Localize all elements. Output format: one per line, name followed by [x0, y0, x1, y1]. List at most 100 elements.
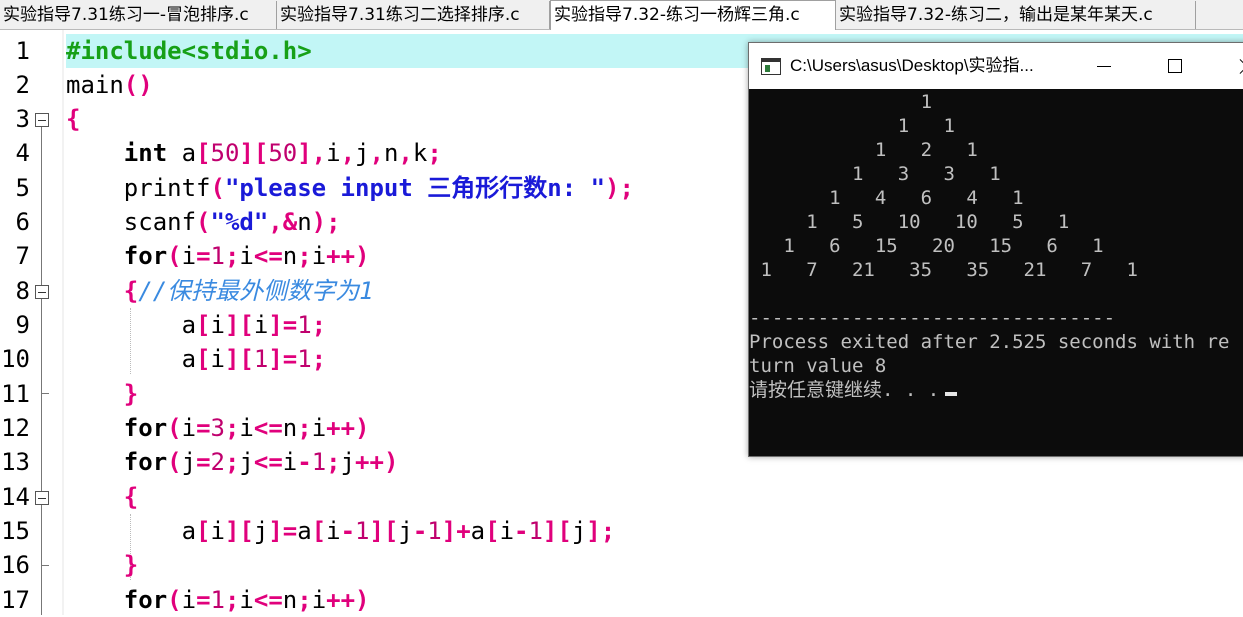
operator: -	[340, 517, 356, 545]
identifier: i	[181, 414, 197, 442]
number: 1	[210, 586, 225, 614]
line-number: 9	[15, 311, 30, 339]
tab-pascal-triangle[interactable]: 实验指导7.32-练习一杨辉三角.c	[550, 0, 836, 30]
line-number: 4	[15, 139, 30, 167]
number: 3	[210, 414, 225, 442]
identifier: n	[297, 208, 312, 236]
punctuation: ],	[297, 139, 327, 167]
operator: =	[196, 448, 211, 476]
line-number-gutter: 1 2 3 4 5 6 7 8 9 10 11 12 13 14 15 16 1…	[0, 30, 62, 615]
console-app-icon	[761, 58, 781, 75]
punctuation: (	[210, 174, 225, 202]
identifier: i	[311, 414, 327, 442]
identifier: a	[297, 517, 312, 545]
punctuation: ;	[224, 414, 240, 442]
identifier: i	[210, 517, 225, 545]
number: 1	[297, 345, 312, 373]
brace: }	[123, 380, 139, 408]
identifier: i	[239, 414, 254, 442]
editor-tab-bar: 实验指导7.31练习一-冒泡排序.c 实验指导7.31练习二选择排序.c 实验指…	[0, 0, 1243, 30]
keyword: for	[123, 586, 168, 614]
identifier: a	[181, 517, 197, 545]
console-prompt-line: 请按任意键继续. . .	[749, 378, 958, 402]
identifier: j	[398, 517, 413, 545]
number: 1	[355, 517, 370, 545]
line-number: 7	[15, 242, 30, 270]
punctuation: ][	[239, 139, 269, 167]
punctuation: [	[485, 517, 500, 545]
identifier: n	[282, 242, 298, 270]
identifier: j	[340, 448, 356, 476]
identifier: j	[571, 517, 587, 545]
code-line-15: a[i][j]=a[i-1][j-1]+a[i-1][j];	[66, 514, 616, 548]
identifier: i	[326, 517, 341, 545]
fold-toggle-icon[interactable]	[35, 285, 49, 299]
code-line-16: }	[66, 548, 138, 582]
punctuation: (	[167, 448, 182, 476]
fold-toggle-icon[interactable]	[35, 113, 49, 127]
console-separator: --------------------------------	[749, 307, 1116, 329]
identifier: a	[181, 345, 197, 373]
punctuation: ,	[398, 139, 413, 167]
line-number: 6	[15, 208, 30, 236]
console-line: 1 7 21 35 35 21 7 1	[749, 259, 1138, 281]
punctuation: ;	[224, 586, 240, 614]
console-line: 1 2 1	[749, 139, 978, 161]
console-line: 1 6 15 20 15 6 1	[749, 235, 1104, 257]
punctuation: ;	[311, 345, 327, 373]
console-line: 1 5 10 10 5 1	[749, 211, 1070, 233]
punctuation: ()	[123, 71, 153, 99]
punctuation: (	[167, 242, 182, 270]
code-line-6: scanf("%d",&n);	[66, 205, 341, 239]
operator: ++)	[326, 586, 370, 614]
console-title-bar[interactable]: C:\Users\asus\Desktop\实验指...	[749, 43, 1243, 89]
punctuation: ][	[224, 311, 254, 339]
code-line-14: {	[66, 480, 138, 514]
code-line-4: int a[50][50],i,j,n,k;	[66, 136, 442, 170]
console-line: 1 4 6 4 1	[749, 187, 1024, 209]
tab-bubble-sort[interactable]: 实验指导7.31练习一-冒泡排序.c	[0, 1, 277, 29]
minimize-button[interactable]	[1081, 43, 1127, 89]
punctuation: ,	[369, 139, 384, 167]
punctuation: ]=	[268, 345, 298, 373]
tab-selection-sort[interactable]: 实验指导7.31练习二选择排序.c	[277, 1, 550, 29]
number: 50	[210, 139, 240, 167]
string-literal: "%d"	[210, 208, 269, 236]
code-line-2: main()	[66, 68, 153, 102]
fold-end-marker	[41, 393, 49, 394]
line-number: 13	[1, 448, 30, 476]
operator: ++)	[326, 242, 370, 270]
fold-guide-line	[41, 127, 42, 615]
keyword: for	[123, 242, 168, 270]
maximize-button[interactable]	[1152, 43, 1198, 89]
identifier: k	[412, 139, 428, 167]
code-line-7: for(i=1;i<=n;i++)	[66, 239, 370, 273]
identifier: j	[253, 517, 269, 545]
punctuation: );	[605, 174, 634, 202]
identifier: j	[355, 139, 370, 167]
brace: }	[123, 551, 139, 579]
operator: -	[412, 517, 428, 545]
punctuation: ;	[297, 586, 312, 614]
number: 1	[210, 242, 225, 270]
keyword: int	[123, 139, 168, 167]
line-number: 3	[15, 105, 30, 133]
gutter-divider	[62, 30, 64, 615]
punctuation: ][	[369, 517, 399, 545]
close-button[interactable]	[1223, 43, 1243, 89]
number: 1	[427, 517, 442, 545]
identifier: i	[282, 448, 298, 476]
console-output[interactable]: 1 1 1 1 2 1 1 3 3 1 1 4 6 4 1 1 5 10 10 …	[749, 89, 1243, 456]
console-window[interactable]: C:\Users\asus\Desktop\实验指... 1 1 1 1 2 1…	[748, 42, 1243, 457]
punctuation: ;	[326, 448, 341, 476]
tab-day-of-year[interactable]: 实验指导7.32-练习二，输出是某年某天.c	[836, 1, 1196, 29]
number: 2	[210, 448, 225, 476]
function-name: printf	[123, 174, 211, 202]
punctuation: ,&	[268, 208, 298, 236]
fold-toggle-icon[interactable]	[35, 491, 49, 505]
identifier: a	[167, 139, 197, 167]
brace: {	[66, 105, 81, 133]
identifier: i	[326, 139, 341, 167]
line-number: 11	[1, 380, 30, 408]
fold-end-marker	[41, 565, 49, 566]
